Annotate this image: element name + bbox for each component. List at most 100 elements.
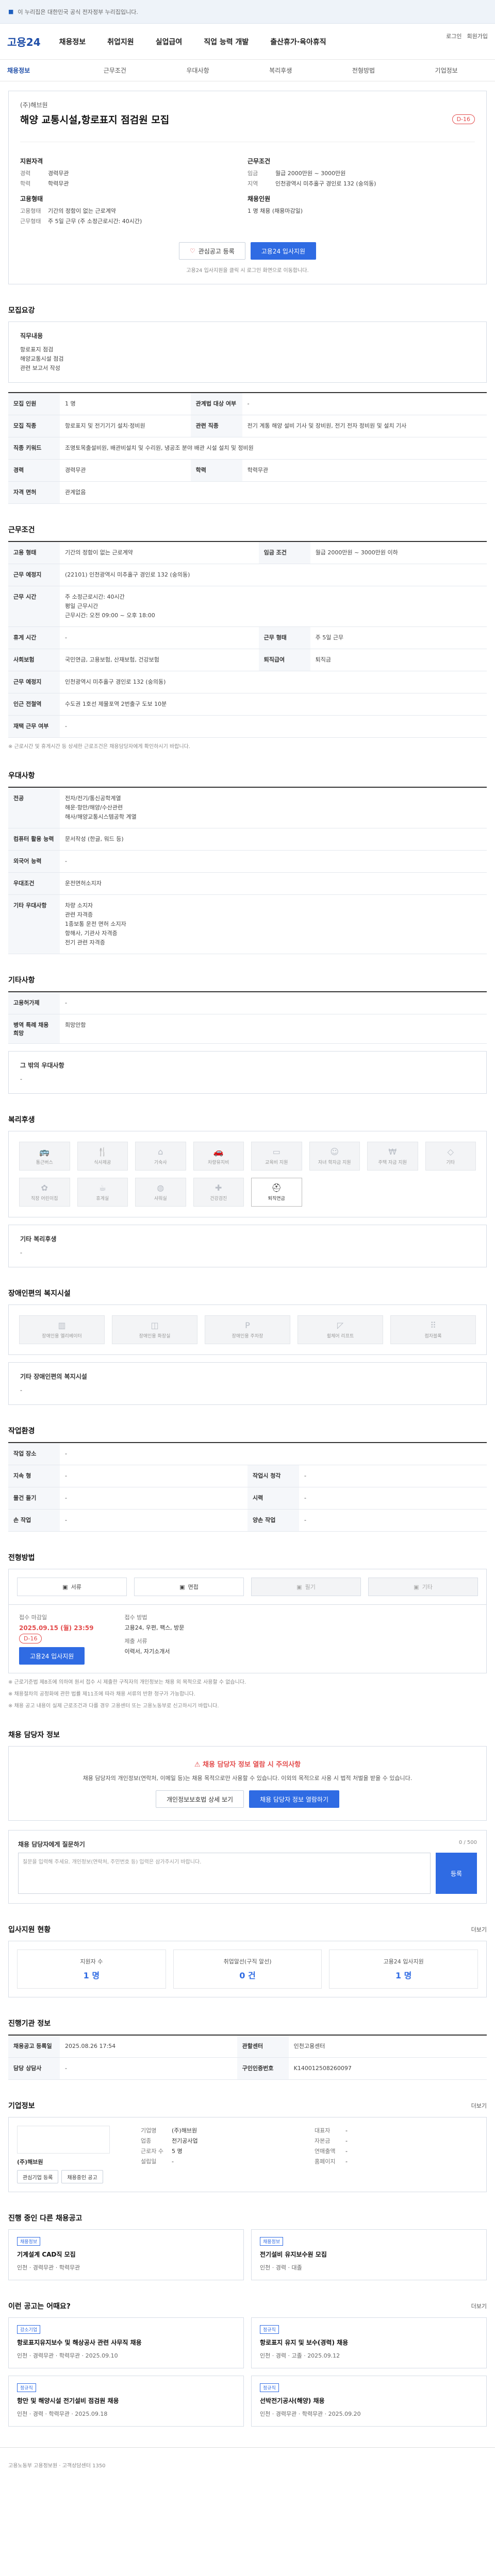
recruit-title: 모집요강 [8,307,35,315]
apply-button[interactable]: 고용24 입사지원 [19,1647,85,1665]
table-value: - [299,1487,487,1510]
recommend-row: 강소기업 항로표지유지보수 및 해상공사 관련 사무직 채용 인천 · 경력무관… [8,2317,487,2368]
welfare-tile: ⛑ 퇴직연금 [251,1178,302,1207]
privacy-law-button[interactable]: 개인정보보호법 상세 보기 [156,1790,244,1808]
company-jobs-button[interactable]: 채용중인 공고 [61,2170,103,2183]
summary-value: 경력무관 [48,170,69,177]
company-more-link[interactable]: 더보기 [471,2102,487,2110]
job-card[interactable]: 채용정보 전기설비 유지보수원 모집 인천 · 경력 · 대졸 [251,2229,487,2280]
site-logo[interactable]: 고용24 [7,34,41,49]
table-key: 구인인증번호 [237,2057,289,2080]
tab-company[interactable]: 기업정보 [405,66,488,75]
table-key: 자격 면허 [8,481,60,504]
nav-item[interactable]: 채용정보 [59,37,86,47]
nav-item[interactable]: 실업급여 [156,37,183,47]
table-key: 모집 직종 [8,415,60,437]
welfare-tile: 🚌 통근버스 [19,1142,70,1171]
disability-tile: ◫ 장애인용 화장실 [112,1315,197,1344]
section-tabs: 채용정보 근무조건 우대사항 복리후생 전형방법 기업정보 [0,60,495,81]
apply-button[interactable]: 고용24 입사지원 [250,242,317,260]
tab-conditions[interactable]: 근무조건 [74,66,157,75]
disability-tile: P 장애인용 주차장 [205,1315,290,1344]
table-key: 사회보험 [8,649,60,671]
table-value: 경력무관 [60,459,191,482]
tab-recruit[interactable]: 채용정보 [7,66,74,75]
environment-title: 작업환경 [8,1427,35,1435]
login-link[interactable]: 로그인 [446,32,461,40]
parking-icon: P [245,1320,250,1330]
flag-icon: ■ [8,8,14,15]
docs-label: 제출 서류 [124,1638,147,1645]
apply-note: 고용24 입사지원을 클릭 시 로그인 화면으로 이동합니다. [186,268,309,274]
docs-value: 이력서, 자기소개서 [124,1648,170,1655]
nav-item[interactable]: 직업 능력 개발 [204,37,249,47]
job-card[interactable]: 채용정보 기계설계 CAD직 모집 인천 · 경력무관 · 학력무관 [8,2229,244,2280]
table-key: 재택 근무 여부 [8,715,60,738]
table-key: 전공 [8,787,60,828]
similar-title: 진행 중인 다른 채용공고 [8,2214,82,2223]
tab-welfare[interactable]: 복리후생 [239,66,322,75]
join-link[interactable]: 회원가입 [467,32,488,40]
inquiry-textarea[interactable]: 질문을 입력해 주세요. 개인정보(연락처, 주민번호 등) 입력은 삼가주시기… [18,1853,431,1894]
interview-icon: ▣ [179,1583,185,1590]
nav-item[interactable]: 취업지원 [107,37,134,47]
welfare-tile-label: 건강검진 [210,1196,227,1201]
tab-prefer[interactable]: 우대사항 [156,66,239,75]
job-card[interactable]: 정규직 항만 및 해양시설 전기설비 점검원 채용 인천 · 경력 · 학력무관… [8,2376,244,2427]
disability-tile-label: 장애인용 화장실 [139,1334,171,1339]
inquiry-title: 채용 담당자에게 질문하기 [18,1841,85,1848]
card-title: 항만 및 해양시설 전기설비 점검원 채용 [17,2397,119,2404]
disability-tile: ◸ 휠체어 리프트 [298,1315,383,1344]
table-key: 시력 [248,1487,299,1510]
recommend-row: 정규직 항만 및 해양시설 전기설비 점검원 채용 인천 · 경력 · 학력무관… [8,2376,487,2427]
summary-value: 인천광역시 미추홀구 경인로 132 (숭의동) [275,180,376,187]
info-key: 기업명 [141,2127,157,2134]
table-key: 고용허가제 [8,992,60,1014]
braille-icon: ⠿ [430,1320,436,1330]
warning-desc: 채용 담당자의 개인정보(연락처, 이메일 등)는 채용 목적으로만 사용할 수… [82,1775,412,1782]
card-badge: 강소기업 [17,2325,41,2334]
etc-icon: ▣ [414,1583,419,1590]
recommend-more-link[interactable]: 더보기 [471,2302,487,2310]
card-title: 선박전기공사(해양) 채용 [260,2397,325,2404]
inquiry-submit-button[interactable]: 등록 [436,1853,477,1894]
meal-icon: 🍴 [97,1147,108,1157]
disability-tile: ▥ 장애인용 엘리베이터 [19,1315,105,1344]
book-icon: ▭ [272,1147,280,1157]
summary-label: 고용형태 [20,195,43,202]
info-value: - [345,2148,348,2155]
desc-line: 관련 보고서 작성 [20,365,60,371]
job-card[interactable]: 정규직 선박전기공사(해양) 채용 인천 · 경력무관 · 학력무관 · 202… [251,2376,487,2427]
table-key: 직종 키워드 [8,437,60,460]
nav-item[interactable]: 출산휴가·육아휴직 [270,37,326,47]
accident-icon: ⛑ [271,1183,282,1193]
site-header: 고용24 채용정보 취업지원 실업급여 직업 능력 개발 출산휴가·육아휴직 로… [0,24,495,60]
footer-text: 고용노동부 고용정보원 · 고객상담센터 1350 [8,2463,106,2469]
job-summary: 지원자격 경력 경력무관 학력 학력무관 고용형태 고용형태 기간의 정함이 없는 근… [20,142,475,227]
table-key: 근무 예정지 [8,671,60,693]
stats-more-link[interactable]: 더보기 [471,1925,487,1934]
card-badge: 채용정보 [17,2237,41,2246]
inquiry-box: 채용 담당자에게 질문하기 0 / 500 질문을 입력해 주세요. 개인정보(… [8,1830,487,1904]
job-card[interactable]: 강소기업 항로표지유지보수 및 해상공사 관련 사무직 채용 인천 · 경력무관… [8,2317,244,2368]
company-box: (주)해브원 관심기업 등록 채용중인 공고 기업명 (주)해브원 업종 전기공사업… [8,2117,487,2192]
table-key: 우대조건 [8,872,60,895]
table-value: 주 5일 근무 [310,626,487,649]
gov-banner: ■ 이 누리집은 대한민국 공식 전자정부 누리집입니다. [0,0,495,24]
company-title: 기업정보 [8,2102,35,2110]
follow-company-button[interactable]: 관심기업 등록 [17,2170,59,2183]
welfare-tile-label: 교육비 지원 [265,1160,288,1165]
card-title: 항로표지 유지 및 보수(경력) 채용 [260,2339,349,2346]
table-key: 작업 장소 [8,1443,60,1465]
card-badge: 정규직 [260,2383,279,2392]
welfare-tile-label: 휴게실 [96,1196,109,1201]
scrap-button[interactable]: ♡ 관심공고 등록 [178,242,245,260]
loan-icon: ₩ [388,1147,397,1157]
info-key: 설립일 [141,2158,157,2165]
company-name[interactable]: (주)해브원 [20,100,475,109]
tab-apply[interactable]: 전형방법 [322,66,405,75]
card-meta: 인천 · 경력 · 대졸 [260,2264,302,2271]
job-card[interactable]: 정규직 항로표지 유지 및 보수(경력) 채용 인천 · 경력 · 고졸 · 2… [251,2317,487,2368]
view-contact-button[interactable]: 채용 담당자 정보 열람하기 [249,1790,339,1808]
disability-title: 장애인편의 복지시설 [8,1290,71,1298]
